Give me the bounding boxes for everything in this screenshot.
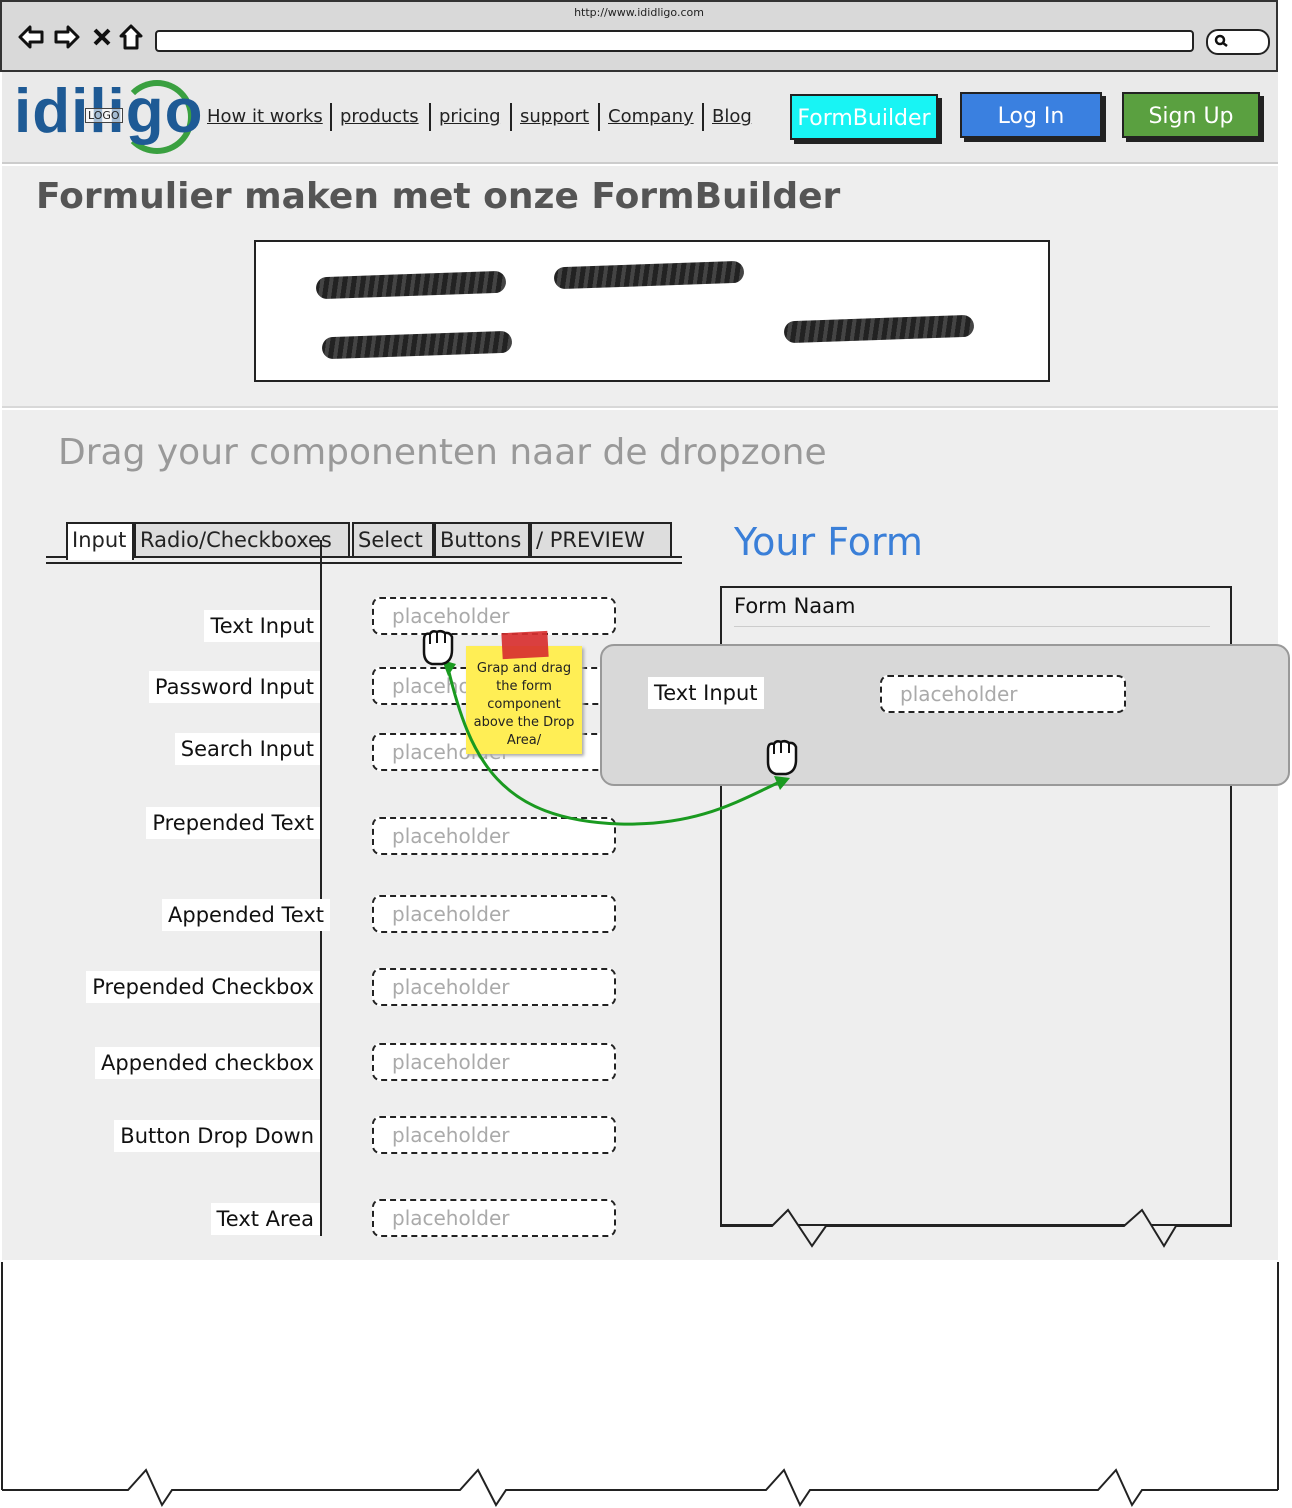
torn-edge-bottom — [2, 1468, 1278, 1508]
overlay-drawing — [1, 629, 1279, 1508]
grab-hand-icon — [422, 629, 454, 666]
drag-arrow — [446, 667, 785, 826]
torn-edge-form — [720, 1208, 1232, 1248]
grab-hand-icon — [766, 739, 798, 776]
